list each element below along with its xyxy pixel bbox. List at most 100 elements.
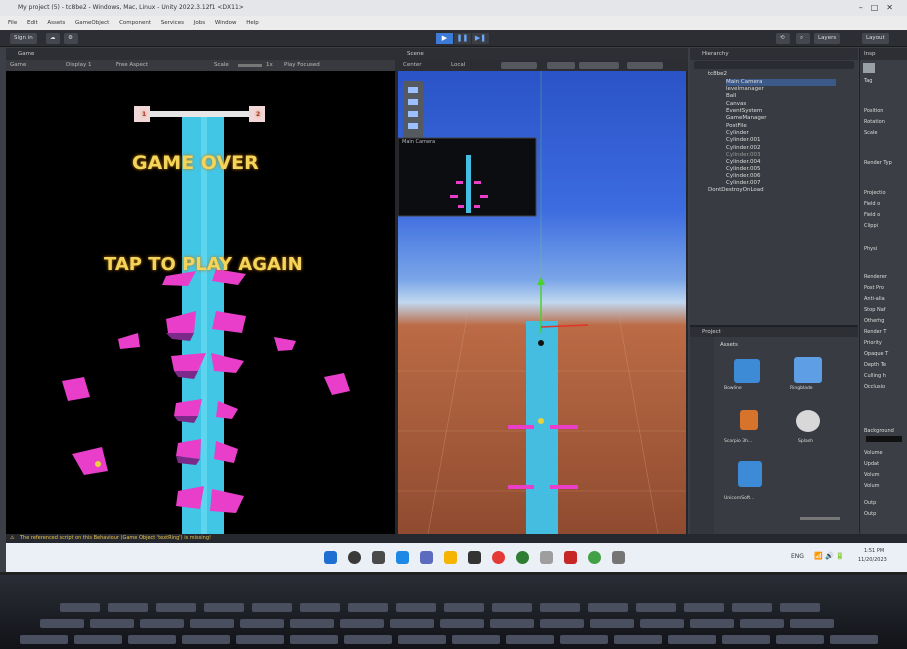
game-tab[interactable]: Game <box>6 48 395 60</box>
menu-jobs[interactable]: Jobs <box>194 20 205 26</box>
hierarchy-tab-label: Hierarchy <box>702 51 729 57</box>
hierarchy-item[interactable]: Cylinder.006 <box>726 173 761 180</box>
spotify-icon[interactable] <box>588 551 601 564</box>
gizmos-button[interactable] <box>579 62 619 69</box>
inspector-row: Scale <box>864 130 878 136</box>
chat-icon[interactable] <box>420 551 433 564</box>
view-options-button[interactable] <box>547 62 575 69</box>
clock-date[interactable]: 11/20/2023 <box>858 557 887 563</box>
asset-icon-scorpio[interactable] <box>740 410 758 430</box>
chrome-icon[interactable] <box>516 551 529 564</box>
key <box>540 619 584 628</box>
display-dropdown[interactable]: Display 1 <box>66 60 92 71</box>
widgets-icon[interactable] <box>396 551 409 564</box>
unity-icon[interactable] <box>612 551 625 564</box>
play-button[interactable]: ▶ <box>436 33 454 44</box>
asset-icon-splash[interactable] <box>796 410 820 432</box>
hierarchy-item[interactable]: Cylinder.007 <box>726 180 761 187</box>
play-focused-dropdown[interactable]: Play Focused <box>284 60 320 71</box>
step-button[interactable]: ▶❚ <box>472 33 490 44</box>
clock-time[interactable]: 1:51 PM <box>864 548 884 554</box>
menu-file[interactable]: File <box>8 20 17 26</box>
scale-slider[interactable] <box>238 64 262 67</box>
game-viewport[interactable]: 1 2 GAME OVER TAP TO PLAY AGAIN <box>6 71 395 534</box>
task-view-icon[interactable] <box>372 551 385 564</box>
key <box>684 603 724 612</box>
gizmo-y-arrow[interactable] <box>537 277 545 285</box>
file-explorer-icon[interactable] <box>444 551 457 564</box>
icon-size-slider[interactable] <box>800 517 840 520</box>
layout-dropdown[interactable]: Layout <box>862 33 889 44</box>
tag-label: Tag <box>864 78 873 84</box>
hierarchy-item[interactable]: Cylinder.002 <box>726 145 761 152</box>
key <box>128 635 176 644</box>
hierarchy-item[interactable]: Cylinder.003 <box>726 152 761 159</box>
app-icon[interactable] <box>564 551 577 564</box>
settings-icon[interactable]: ⚙ <box>64 33 78 44</box>
system-tray-icons[interactable]: 📶 🔊 🔋 <box>814 552 845 560</box>
console-status-bar[interactable]: ⚠ The referenced script on this Behaviou… <box>6 534 907 543</box>
scene-tab[interactable]: Scene <box>395 48 688 60</box>
asset-label: Scorpio 3h... <box>724 439 753 444</box>
menu-gameobject[interactable]: GameObject <box>75 20 109 26</box>
unity-hub-icon[interactable] <box>540 551 553 564</box>
hierarchy-item[interactable]: EventSystem <box>726 108 762 115</box>
pause-button[interactable]: ❚❚ <box>454 33 472 44</box>
store-icon[interactable] <box>468 551 481 564</box>
asset-icon-unicorn[interactable] <box>738 461 762 487</box>
inspector-row: Field o <box>864 212 881 218</box>
asset-icon-bowline[interactable] <box>734 359 760 383</box>
app-icon[interactable] <box>492 551 505 564</box>
hierarchy-item[interactable]: levelmanager <box>726 86 764 93</box>
key <box>492 603 532 612</box>
hierarchy-item[interactable]: tc8be2 <box>708 71 727 78</box>
snap-settings-button[interactable] <box>501 62 537 69</box>
language-indicator[interactable]: ENG <box>791 553 804 560</box>
menu-edit[interactable]: Edit <box>27 20 38 26</box>
hierarchy-item[interactable]: PostFile <box>726 123 747 130</box>
inspector-row: Occlusio <box>864 384 886 390</box>
hierarchy-item[interactable]: Ball <box>726 93 736 100</box>
hierarchy-item[interactable]: Main Camera <box>726 79 836 86</box>
key <box>340 619 384 628</box>
inspector-row: Stop Naf <box>864 307 886 313</box>
tap-to-play-text[interactable]: TAP TO PLAY AGAIN <box>104 254 303 275</box>
menu-assets[interactable]: Assets <box>47 20 65 26</box>
background-color-field[interactable] <box>866 436 902 442</box>
layers-dropdown[interactable]: Layers <box>814 33 841 44</box>
search-icon[interactable] <box>348 551 361 564</box>
history-icon[interactable]: ⟲ <box>776 33 790 44</box>
start-icon[interactable] <box>324 551 337 564</box>
project-folder-tree[interactable] <box>690 337 714 536</box>
project-tab[interactable]: Project <box>690 327 858 337</box>
cloud-icon[interactable]: ☁ <box>46 33 60 44</box>
hierarchy-item[interactable]: Cylinder.001 <box>726 137 761 144</box>
space-dropdown[interactable]: Local <box>451 60 465 71</box>
hierarchy-item[interactable]: Cylinder.005 <box>726 166 761 173</box>
hierarchy-tab[interactable]: Hierarchy <box>690 48 858 60</box>
game-mode-dropdown[interactable]: Game <box>10 60 26 71</box>
menu-component[interactable]: Component <box>119 20 151 26</box>
menu-services[interactable]: Services <box>161 20 184 26</box>
asset-icon-ringblade[interactable] <box>794 357 822 383</box>
hierarchy-item[interactable]: Cylinder <box>726 130 749 137</box>
menu-window[interactable]: Window <box>215 20 237 26</box>
camera-settings-button[interactable] <box>627 62 663 69</box>
hierarchy-item[interactable]: DontDestroyOnLoad <box>708 187 764 194</box>
search-icon[interactable]: ⌕ <box>796 33 810 44</box>
progress-bar <box>142 111 262 117</box>
aspect-dropdown[interactable]: Free Aspect <box>116 60 148 71</box>
project-breadcrumb[interactable]: Assets <box>720 342 738 348</box>
hierarchy-item[interactable]: Canvas <box>726 101 746 108</box>
hierarchy-item[interactable]: GameManager <box>726 115 766 122</box>
key <box>440 619 484 628</box>
menu-help[interactable]: Help <box>246 20 259 26</box>
inspector-tab[interactable]: Insp <box>860 48 907 60</box>
hierarchy-search[interactable] <box>694 61 854 69</box>
sign-in-button[interactable]: Sign in <box>10 33 37 44</box>
scene-viewport[interactable]: Main Camera <box>398 71 686 534</box>
pivot-dropdown[interactable]: Center <box>403 60 422 71</box>
key <box>204 603 244 612</box>
hierarchy-item[interactable]: Cylinder.004 <box>726 159 761 166</box>
window-controls[interactable]: –□✕ <box>859 0 901 16</box>
